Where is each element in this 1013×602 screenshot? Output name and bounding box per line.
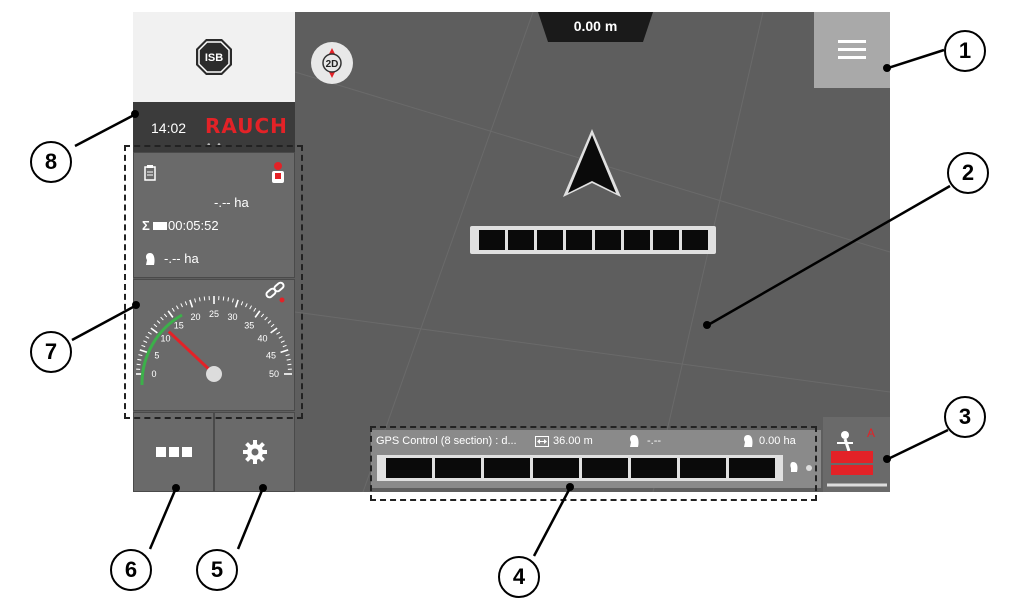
callout-8: 8 — [30, 141, 72, 183]
callout-7: 7 — [30, 331, 72, 373]
callout-2: 2 — [947, 152, 989, 194]
callout-6: 6 — [110, 549, 152, 591]
callout-lines — [71, 48, 951, 557]
callout-4: 4 — [498, 556, 540, 598]
callout-5: 5 — [196, 549, 238, 591]
callout-1: 1 — [944, 30, 986, 72]
callout-3: 3 — [944, 396, 986, 438]
